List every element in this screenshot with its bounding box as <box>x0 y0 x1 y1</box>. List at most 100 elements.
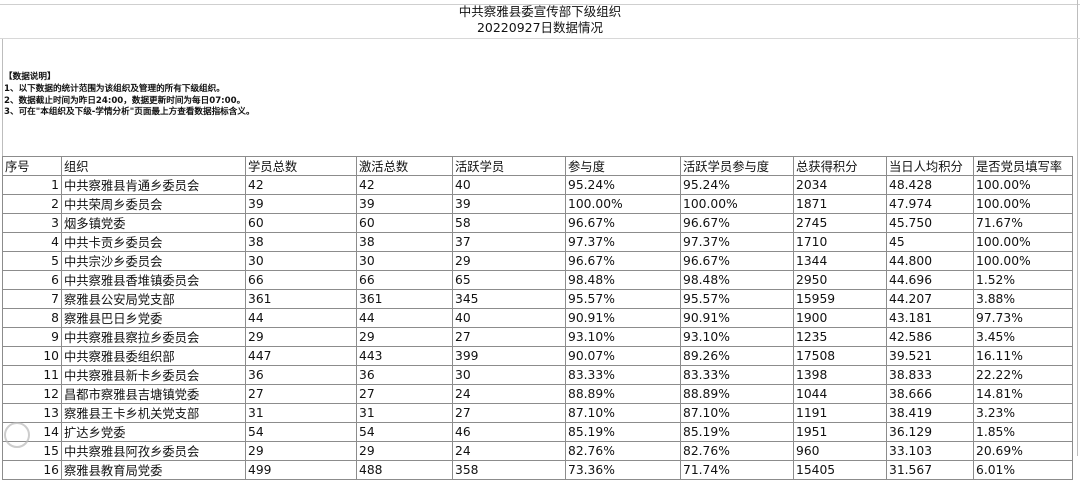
table-cell[interactable]: 察雅县教育局党委 <box>61 460 246 480</box>
table-cell[interactable]: 中共卡贡乡委员会 <box>61 232 246 252</box>
table-cell[interactable]: 100.00% <box>565 194 681 214</box>
table-cell[interactable]: 中共察雅县肯通乡委员会 <box>61 175 246 195</box>
table-cell[interactable]: 15405 <box>793 460 887 480</box>
table-cell[interactable]: 1.52% <box>973 270 1073 290</box>
table-cell[interactable]: 39.521 <box>886 346 974 366</box>
table-cell[interactable]: 12 <box>2 384 62 404</box>
table-cell[interactable]: 42 <box>245 175 357 195</box>
table-cell[interactable]: 93.10% <box>565 327 681 347</box>
table-cell[interactable]: 44.800 <box>886 251 974 271</box>
table-cell[interactable]: 3.88% <box>973 289 1073 309</box>
table-cell[interactable]: 100.00% <box>680 194 794 214</box>
table-cell[interactable]: 察雅县巴日乡党委 <box>61 308 246 328</box>
table-cell[interactable]: 95.57% <box>680 289 794 309</box>
table-cell[interactable]: 97.37% <box>565 232 681 252</box>
table-cell[interactable]: 60 <box>245 213 357 233</box>
table-cell[interactable]: 16 <box>2 460 62 480</box>
table-cell[interactable]: 96.67% <box>565 251 681 271</box>
table-cell[interactable]: 54 <box>356 422 453 442</box>
table-cell[interactable]: 察雅县公安局党支部 <box>61 289 246 309</box>
table-cell[interactable]: 33.103 <box>886 441 974 461</box>
table-cell[interactable]: 361 <box>356 289 453 309</box>
column-header[interactable]: 激活总数 <box>356 156 453 176</box>
table-cell[interactable]: 40 <box>452 308 566 328</box>
table-cell[interactable]: 29 <box>356 327 453 347</box>
table-cell[interactable]: 100.00% <box>973 175 1073 195</box>
table-cell[interactable]: 38.419 <box>886 403 974 423</box>
table-cell[interactable]: 93.10% <box>680 327 794 347</box>
table-cell[interactable]: 39 <box>356 194 453 214</box>
table-cell[interactable]: 443 <box>356 346 453 366</box>
table-cell[interactable]: 85.19% <box>565 422 681 442</box>
table-cell[interactable]: 9 <box>2 327 62 347</box>
table-cell[interactable]: 361 <box>245 289 357 309</box>
table-cell[interactable]: 87.10% <box>565 403 681 423</box>
table-cell[interactable]: 24 <box>452 441 566 461</box>
table-cell[interactable]: 90.07% <box>565 346 681 366</box>
table-cell[interactable]: 2950 <box>793 270 887 290</box>
table-cell[interactable]: 38.833 <box>886 365 974 385</box>
table-cell[interactable]: 27 <box>356 384 453 404</box>
table-cell[interactable]: 358 <box>452 460 566 480</box>
table-cell[interactable]: 95.24% <box>565 175 681 195</box>
table-cell[interactable]: 31 <box>356 403 453 423</box>
table-cell[interactable]: 100.00% <box>973 194 1073 214</box>
table-cell[interactable]: 88.89% <box>680 384 794 404</box>
table-cell[interactable]: 1191 <box>793 403 887 423</box>
table-cell[interactable]: 95.24% <box>680 175 794 195</box>
table-cell[interactable]: 97.37% <box>680 232 794 252</box>
table-cell[interactable]: 54 <box>245 422 357 442</box>
table-cell[interactable]: 98.48% <box>565 270 681 290</box>
table-cell[interactable]: 中共察雅县委组织部 <box>61 346 246 366</box>
table-cell[interactable]: 36.129 <box>886 422 974 442</box>
table-cell[interactable]: 27 <box>245 384 357 404</box>
table-cell[interactable]: 31.567 <box>886 460 974 480</box>
table-cell[interactable]: 1235 <box>793 327 887 347</box>
column-header[interactable]: 参与度 <box>565 156 681 176</box>
table-cell[interactable]: 66 <box>356 270 453 290</box>
table-cell[interactable]: 昌都市察雅县吉塘镇党委 <box>61 384 246 404</box>
table-cell[interactable]: 44 <box>245 308 357 328</box>
table-cell[interactable]: 44.696 <box>886 270 974 290</box>
table-cell[interactable]: 17508 <box>793 346 887 366</box>
table-cell[interactable]: 38 <box>245 232 357 252</box>
table-cell[interactable]: 3 <box>2 213 62 233</box>
table-cell[interactable]: 42.586 <box>886 327 974 347</box>
table-cell[interactable]: 87.10% <box>680 403 794 423</box>
table-cell[interactable]: 45.750 <box>886 213 974 233</box>
table-cell[interactable]: 2 <box>2 194 62 214</box>
table-cell[interactable]: 83.33% <box>680 365 794 385</box>
table-cell[interactable]: 烟多镇党委 <box>61 213 246 233</box>
table-cell[interactable]: 85.19% <box>680 422 794 442</box>
table-cell[interactable]: 30 <box>245 251 357 271</box>
table-cell[interactable]: 中共宗沙乡委员会 <box>61 251 246 271</box>
table-cell[interactable]: 6.01% <box>973 460 1073 480</box>
table-cell[interactable]: 8 <box>2 308 62 328</box>
table-cell[interactable]: 40 <box>452 175 566 195</box>
table-cell[interactable]: 39 <box>452 194 566 214</box>
table-cell[interactable]: 29 <box>452 251 566 271</box>
table-cell[interactable]: 58 <box>452 213 566 233</box>
table-cell[interactable]: 2034 <box>793 175 887 195</box>
table-cell[interactable]: 6 <box>2 270 62 290</box>
table-cell[interactable]: 488 <box>356 460 453 480</box>
table-cell[interactable]: 2745 <box>793 213 887 233</box>
table-cell[interactable]: 95.57% <box>565 289 681 309</box>
table-cell[interactable]: 960 <box>793 441 887 461</box>
table-cell[interactable]: 1.85% <box>973 422 1073 442</box>
table-cell[interactable]: 100.00% <box>973 251 1073 271</box>
table-cell[interactable]: 96.67% <box>680 251 794 271</box>
table-cell[interactable]: 97.73% <box>973 308 1073 328</box>
table-cell[interactable]: 27 <box>452 403 566 423</box>
column-header[interactable]: 学员总数 <box>245 156 357 176</box>
table-cell[interactable]: 37 <box>452 232 566 252</box>
table-cell[interactable]: 11 <box>2 365 62 385</box>
table-cell[interactable]: 48.428 <box>886 175 974 195</box>
table-cell[interactable]: 100.00% <box>973 232 1073 252</box>
table-cell[interactable]: 38 <box>356 232 453 252</box>
table-cell[interactable]: 65 <box>452 270 566 290</box>
table-cell[interactable]: 39 <box>245 194 357 214</box>
table-cell[interactable]: 43.181 <box>886 308 974 328</box>
table-cell[interactable]: 29 <box>245 441 357 461</box>
table-cell[interactable]: 73.36% <box>565 460 681 480</box>
